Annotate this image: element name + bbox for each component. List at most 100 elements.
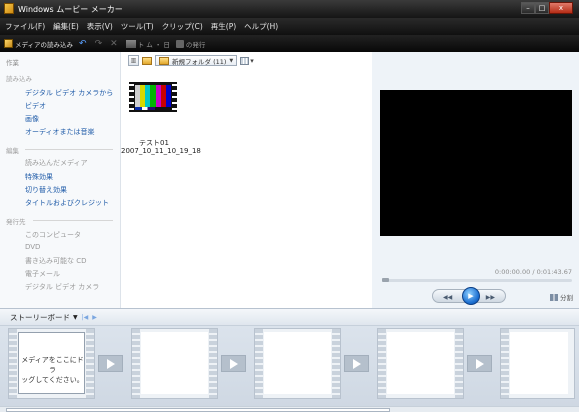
clip-thumbnail[interactable]	[129, 82, 177, 112]
collection-toolbar: ▥ 新規フォルダ (11) ▼ ▾	[121, 52, 372, 69]
collection-pane: ▥ 新規フォルダ (11) ▼ ▾ テスト01 2007_10_11_10_19…	[121, 52, 372, 308]
task-link-video[interactable]: ビデオ	[25, 101, 46, 111]
film-perforation	[378, 329, 386, 398]
collection-folder-name: 新規フォルダ (11)	[172, 57, 227, 66]
clip-date: 2007_10_11_10_19_18	[121, 147, 201, 155]
color-bar	[165, 85, 171, 107]
film-icon	[125, 39, 136, 48]
menu-file[interactable]: ファイル(F)	[5, 21, 45, 32]
tasks-toggle-button[interactable]: ▥	[128, 55, 139, 66]
import-media-button[interactable]: メディアの読み込み	[4, 39, 73, 49]
task-link-audio-music[interactable]: オーディオまたは音楽	[25, 127, 95, 137]
redo-button[interactable]: ↷	[95, 39, 105, 49]
delete-button[interactable]: ✕	[110, 39, 120, 49]
task-link-imported-media[interactable]: 読み込んだメディア	[25, 158, 88, 168]
previous-frame-icon[interactable]: ◀◀	[443, 294, 452, 301]
publish-button[interactable]: の発行	[175, 39, 206, 49]
section-import-heading: 読み込み	[6, 75, 32, 83]
drop-hint-line2: ッグしてください。	[21, 376, 84, 384]
play-button[interactable]: ▶	[462, 287, 480, 305]
task-link-images[interactable]: 画像	[25, 114, 39, 124]
task-link-dvd[interactable]: DVD	[25, 243, 40, 251]
tasks-pane: 作業 読み込み デジタル ビデオ カメラから ビデオ 画像 オーディオまたは音楽…	[0, 52, 121, 308]
menu-clip[interactable]: クリップ(C)	[162, 21, 203, 32]
publish-icon	[175, 39, 184, 48]
undo-button[interactable]: ↶	[79, 39, 89, 49]
task-link-from-dv-camera[interactable]: デジタル ビデオ カメラから	[25, 88, 113, 98]
split-button[interactable]: 分割	[550, 292, 573, 302]
section-edit-heading: 編集	[6, 147, 19, 155]
film-perforation	[132, 329, 140, 398]
toolbar: メディアの読み込み ↶ ↷ ✕ ト ム ・ 日 の発行	[0, 35, 579, 52]
import-icon	[4, 39, 13, 48]
preview-pane: 0:00:00.00 / 0:01:43.67 ◀◀ ▶ ▶▶ 分割	[372, 52, 579, 308]
film-perforation	[255, 329, 263, 398]
maximize-button[interactable]: □	[535, 2, 549, 14]
main-content: 作業 読み込み デジタル ビデオ カメラから ビデオ 画像 オーディオまたは音楽…	[0, 52, 579, 308]
menu-bar: ファイル(F) 編集(E) 表示(V) ツール(T) クリップ(C) 再生(P)…	[0, 18, 579, 35]
minimize-button[interactable]: –	[521, 2, 535, 14]
storyboard-cell[interactable]	[377, 328, 464, 399]
section-divider	[25, 149, 113, 150]
transition-slot[interactable]	[344, 355, 369, 372]
next-frame-icon[interactable]: ▶▶	[486, 294, 495, 301]
transition-slot[interactable]	[221, 355, 246, 372]
playback-controls: ◀◀ ▶ ▶▶	[432, 287, 506, 305]
folder-icon	[142, 56, 152, 65]
film-perforation	[9, 329, 17, 398]
transition-slot[interactable]	[467, 355, 492, 372]
task-link-dv-camera[interactable]: デジタル ビデオ カメラ	[25, 282, 99, 292]
storyboard-cell[interactable]: メディアをここにドラ ッグしてください。	[8, 328, 95, 399]
rewind-icon[interactable]: |◀	[82, 314, 89, 321]
storyboard-cell-content	[264, 332, 331, 394]
menu-tools[interactable]: ツール(T)	[121, 21, 154, 32]
storyboard-cell[interactable]	[131, 328, 218, 399]
storyboard-view-label[interactable]: ストーリーボード	[10, 312, 70, 323]
undo-icon: ↶	[79, 39, 87, 49]
film-perforation	[501, 329, 509, 398]
import-media-label: メディアの読み込み	[15, 40, 74, 49]
app-icon	[4, 3, 14, 14]
task-link-email[interactable]: 電子メール	[25, 269, 60, 279]
title-bar: Windows ムービー メーカー – □ x	[0, 0, 579, 18]
scrollbar-thumb[interactable]	[6, 408, 390, 412]
delete-icon: ✕	[110, 39, 118, 49]
storyboard-cell[interactable]	[500, 328, 575, 399]
collection-folder-dropdown[interactable]: 新規フォルダ (11) ▼	[155, 55, 238, 66]
storyboard-cell-content	[141, 332, 208, 394]
task-link-recordable-cd[interactable]: 書き込み可能な CD	[25, 256, 87, 266]
task-link-titles-credits[interactable]: タイトルおよびクレジット	[25, 198, 109, 208]
film-perforation	[172, 82, 177, 112]
menu-view[interactable]: 表示(V)	[87, 21, 113, 32]
color-bars	[135, 85, 171, 107]
task-link-this-computer[interactable]: このコンピュータ	[25, 230, 81, 240]
menu-edit[interactable]: 編集(E)	[53, 21, 79, 32]
split-icon	[550, 293, 558, 301]
section-divider	[33, 220, 113, 221]
close-button[interactable]: x	[549, 2, 573, 14]
film-perforation	[332, 329, 340, 398]
seek-thumb[interactable]	[382, 278, 389, 282]
film-perforation	[455, 329, 463, 398]
storyboard-scrollbar[interactable]	[0, 406, 579, 412]
film-perforation	[129, 82, 134, 112]
publish-label: の発行	[185, 40, 206, 49]
menu-help[interactable]: ヘルプ(H)	[244, 21, 278, 32]
storyboard-cell-content	[510, 332, 568, 394]
transition-slot[interactable]	[98, 355, 123, 372]
window-title: Windows ムービー メーカー	[18, 5, 123, 14]
seek-bar[interactable]	[386, 279, 572, 282]
storyboard-cell[interactable]	[254, 328, 341, 399]
storyboard-cell-content: メディアをここにドラ ッグしてください。	[18, 332, 85, 394]
chevron-down-icon[interactable]: ▼	[73, 314, 78, 321]
playback-time: 0:00:00.00 / 0:01:43.67	[494, 268, 572, 276]
make-movie-button[interactable]: ト ム ・ 日	[125, 39, 170, 49]
view-options-button[interactable]: ▾	[240, 56, 254, 65]
task-link-effects[interactable]: 特殊効果	[25, 172, 53, 182]
play-storyboard-icon[interactable]: ▶	[92, 314, 97, 321]
preview-monitor	[380, 90, 572, 236]
chevron-down-icon: ▾	[250, 56, 254, 65]
color-bars-bottom	[135, 107, 171, 110]
task-link-transitions[interactable]: 切り替え効果	[25, 185, 67, 195]
menu-play[interactable]: 再生(P)	[211, 21, 236, 32]
